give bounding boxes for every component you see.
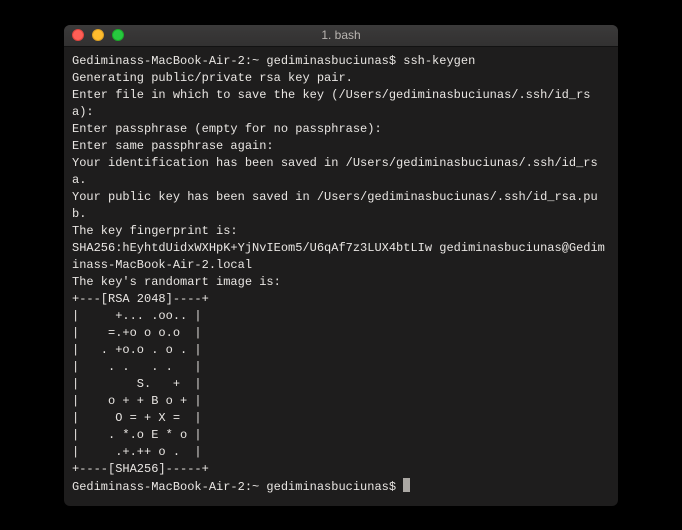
terminal-line: Gediminass-MacBook-Air-2:~ gediminasbuci… [72,53,610,70]
terminal-line: The key's randomart image is: [72,274,610,291]
titlebar: 1. bash [64,25,618,47]
cursor-icon [403,478,410,492]
terminal-line: | o + + B o + | [72,393,610,410]
terminal-line: | S. + | [72,376,610,393]
terminal-line: Enter same passphrase again: [72,138,610,155]
terminal-line: The key fingerprint is: [72,223,610,240]
terminal-line: Enter passphrase (empty for no passphras… [72,121,610,138]
terminal-line: Enter file in which to save the key (/Us… [72,87,610,121]
terminal-line: +---[RSA 2048]----+ [72,291,610,308]
terminal-line: SHA256:hEyhtdUidxWXHpK+YjNvIEom5/U6qAf7z… [72,240,610,274]
terminal-line: | .+.++ o . | [72,444,610,461]
terminal-line: Your identification has been saved in /U… [72,155,610,189]
terminal-line: Generating public/private rsa key pair. [72,70,610,87]
terminal-line: | . +o.o . o . | [72,342,610,359]
terminal-line: | =.+o o o.o | [72,325,610,342]
terminal-prompt: Gediminass-MacBook-Air-2:~ gediminasbuci… [72,480,403,494]
terminal-output[interactable]: Gediminass-MacBook-Air-2:~ gediminasbuci… [64,47,618,506]
terminal-line: | . . . . | [72,359,610,376]
terminal-line: | +... .oo.. | [72,308,610,325]
terminal-window: 1. bash Gediminass-MacBook-Air-2:~ gedim… [64,25,618,506]
terminal-line: | . *.o E * o | [72,427,610,444]
terminal-line: +----[SHA256]-----+ [72,461,610,478]
window-title: 1. bash [64,28,618,42]
terminal-line: | O = + X = | [72,410,610,427]
terminal-line: Your public key has been saved in /Users… [72,189,610,223]
